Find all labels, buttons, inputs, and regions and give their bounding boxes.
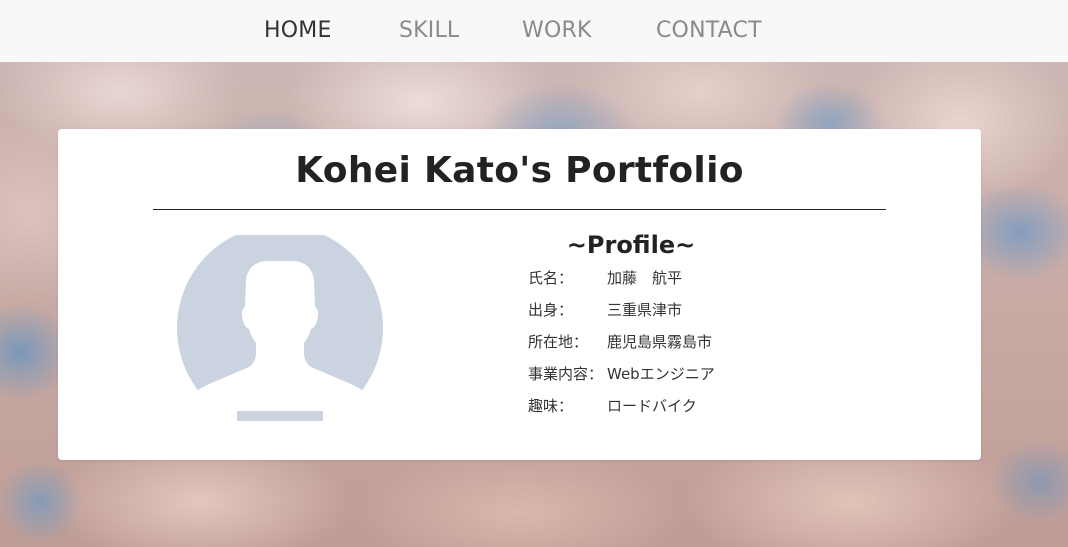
- profile-label: 趣味：: [528, 397, 574, 415]
- nav-home-link[interactable]: HOME: [264, 17, 332, 45]
- profile-label: 所在地：: [528, 333, 589, 351]
- user-silhouette-icon: [177, 235, 383, 421]
- profile-label: 出身：: [528, 301, 574, 319]
- profile-label: 事業内容：: [528, 365, 604, 383]
- profile-value: Webエンジニア: [607, 365, 715, 383]
- top-navbar: HOME SKILL WORK CONTACT: [0, 0, 1068, 62]
- profile-value: 加藤 航平: [607, 269, 683, 287]
- profile-row-business: 事業内容： Webエンジニア: [528, 362, 828, 394]
- profile-value: 鹿児島県霧島市: [607, 333, 713, 351]
- nav-contact-link[interactable]: CONTACT: [656, 17, 762, 45]
- nav-skill-link[interactable]: SKILL: [399, 17, 459, 45]
- profile-heading: ~Profile~: [566, 231, 696, 259]
- profile-row-hobby: 趣味： ロードバイク: [528, 394, 828, 426]
- profile-row-birthplace: 出身： 三重県津市: [528, 298, 828, 330]
- profile-value: 三重県津市: [607, 301, 683, 319]
- page-title: Kohei Kato's Portfolio: [295, 150, 744, 191]
- nav-work-link[interactable]: WORK: [522, 17, 592, 45]
- profile-row-name: 氏名： 加藤 航平: [528, 266, 828, 298]
- profile-label: 氏名：: [528, 269, 574, 287]
- portfolio-card: Kohei Kato's Portfolio ~Profile~ 氏名： 加藤 …: [58, 129, 981, 460]
- profile-row-location: 所在地： 鹿児島県霧島市: [528, 330, 828, 362]
- profile-list: 氏名： 加藤 航平 出身： 三重県津市 所在地： 鹿児島県霧島市 事業内容： W…: [528, 266, 828, 426]
- profile-value: ロードバイク: [607, 397, 697, 415]
- title-divider: [153, 209, 886, 210]
